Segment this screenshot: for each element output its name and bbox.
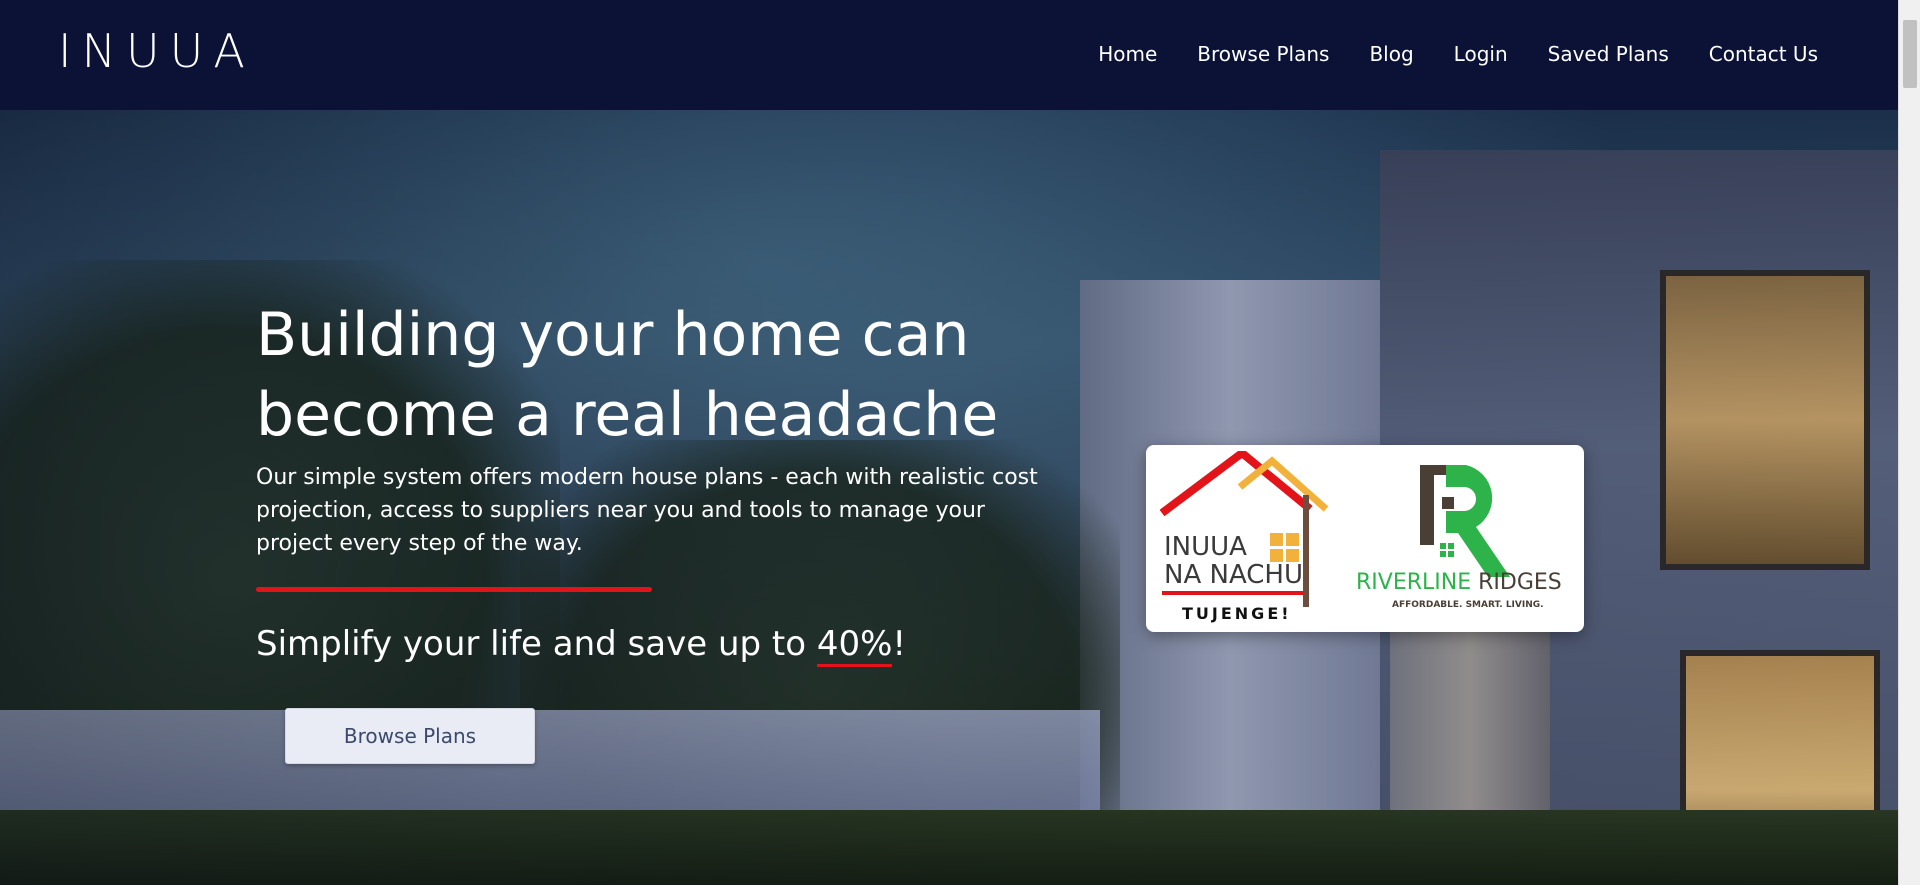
inuua-na-nachu-logo[interactable]: INUUA NA NACHU TUJENGE! xyxy=(1160,451,1340,626)
hero-description: Our simple system offers modern house pl… xyxy=(256,465,1038,556)
partner2-name: RIVERLINE RIDGES xyxy=(1356,570,1562,595)
main-nav: Home Browse Plans Blog Login Saved Plans… xyxy=(1098,38,1818,70)
partner-logos-card: INUUA NA NACHU TUJENGE! RIVERLINE RIDGES… xyxy=(1146,445,1584,632)
partner1-line1: INUUA xyxy=(1164,532,1247,562)
savings-percent: 40% xyxy=(816,624,893,667)
red-divider xyxy=(256,587,652,592)
hero-title: Building your home can become a real hea… xyxy=(256,300,999,450)
nav-login[interactable]: Login xyxy=(1454,38,1508,70)
hero-tagline: Simplify your life and save up to 40%! xyxy=(256,622,907,667)
nav-blog[interactable]: Blog xyxy=(1369,38,1413,70)
inuua-logo[interactable]: INUUA xyxy=(58,27,255,75)
nav-contact-us[interactable]: Contact Us xyxy=(1709,38,1818,70)
page-scrollbar[interactable] xyxy=(1898,0,1920,885)
partner1-line2: NA NACHU xyxy=(1164,560,1303,590)
browse-plans-button[interactable]: Browse Plans xyxy=(285,708,535,764)
nav-browse-plans[interactable]: Browse Plans xyxy=(1197,38,1329,70)
top-navbar: INUUA Home Browse Plans Blog Login Saved… xyxy=(0,0,1898,110)
partner1-tagline: TUJENGE! xyxy=(1182,604,1292,623)
partner2-tagline: AFFORDABLE. SMART. LIVING. xyxy=(1392,600,1544,610)
hero-section: Building your home can become a real hea… xyxy=(0,110,1898,885)
tagline-text: Simplify your life and save up to xyxy=(256,624,817,664)
scrollbar-thumb[interactable] xyxy=(1903,20,1917,88)
riverline-ridges-logo[interactable]: RIVERLINE RIDGES AFFORDABLE. SMART. LIVI… xyxy=(1356,455,1576,623)
nav-home[interactable]: Home xyxy=(1098,38,1157,70)
nav-saved-plans[interactable]: Saved Plans xyxy=(1548,38,1669,70)
tagline-suffix: ! xyxy=(892,624,907,664)
